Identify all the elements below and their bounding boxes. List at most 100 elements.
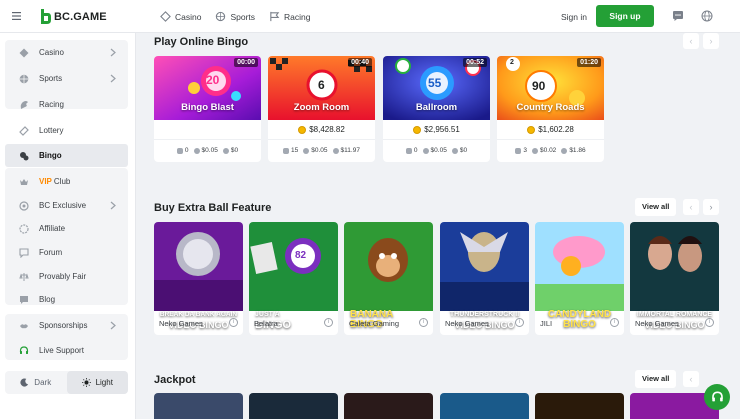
topnav-racing[interactable]: Racing — [269, 11, 311, 22]
info-icon[interactable]: i — [229, 318, 238, 327]
vip-club-icon — [20, 178, 28, 185]
sidebar-item-bingo[interactable]: Bingo — [5, 144, 128, 167]
sidebar-item-affiliate[interactable]: Affiliate — [5, 217, 128, 240]
info-icon[interactable]: i — [705, 318, 714, 327]
info-icon[interactable]: i — [515, 318, 524, 327]
game-card[interactable]: THUNDERSTRUCK II VIDEO BINGO Neko Games i — [440, 222, 529, 335]
live-support-button[interactable] — [704, 384, 730, 410]
game-provider: JILI — [540, 319, 553, 328]
coin-icon — [527, 125, 536, 134]
game-card[interactable]: IMMORTAL ROMANCE VIDEO BINGO Neko Games i — [630, 222, 719, 335]
menu-icon[interactable] — [8, 9, 24, 25]
min-bet: $0.05 — [311, 147, 328, 154]
players-icon — [405, 147, 412, 154]
jackpot-amount: $2,956.51 — [383, 125, 490, 134]
exclusive-icon — [19, 200, 29, 211]
bingo-section-title: Play Online Bingo — [154, 36, 249, 48]
info-icon[interactable]: i — [324, 318, 333, 327]
game-thumbnail — [440, 222, 529, 311]
prize-icon — [222, 147, 229, 154]
ball-number: 6 — [318, 78, 325, 92]
sidebar-item-racing[interactable]: Racing — [5, 93, 128, 116]
topnav-casino-label: Casino — [175, 11, 202, 22]
max-prize: $11.97 — [340, 147, 360, 154]
ticket-icon — [303, 147, 310, 154]
prev-arrow-button[interactable]: ‹ — [683, 199, 699, 215]
prev-arrow-button[interactable]: ‹ — [683, 33, 699, 49]
sidebar-item-bc-exclusive[interactable]: BC Exclusive — [5, 194, 128, 217]
ball-number: 2 — [510, 59, 514, 66]
forum-icon — [19, 247, 29, 258]
info-icon[interactable]: i — [610, 318, 619, 327]
players-icon — [283, 147, 290, 154]
sponsorships-icon — [20, 323, 28, 328]
next-arrow-button[interactable]: › — [703, 199, 719, 215]
sun-icon — [81, 378, 91, 387]
jackpot-game-card[interactable] — [344, 393, 433, 419]
sidebar-item-label: Provably Fair — [39, 272, 87, 281]
sidebar-item-sports[interactable]: Sports — [5, 67, 128, 90]
game-card[interactable]: BANANA BINGO Caleta Gaming i — [344, 222, 433, 335]
ball-number: 90 — [532, 79, 546, 93]
prize-icon — [451, 147, 458, 154]
sidebar-item-casino[interactable]: Casino — [5, 41, 128, 64]
game-card[interactable]: 82 JUST A BINGO Belatra i — [249, 222, 338, 335]
globe-icon[interactable] — [701, 10, 713, 22]
players-count: 0 — [413, 147, 418, 154]
game-provider: Neko Games — [445, 319, 489, 328]
sidebar-item-label: Forum — [39, 248, 63, 257]
sidebar-item-label: Racing — [39, 100, 64, 109]
theme-dark-button[interactable]: Dark — [5, 371, 67, 394]
logo-icon — [41, 9, 51, 24]
sidebar-item-sponsorships[interactable]: Sponsorships — [5, 314, 128, 337]
moon-icon — [20, 378, 29, 387]
signup-button[interactable]: Sign up — [596, 5, 654, 27]
jackpot-game-card[interactable] — [154, 393, 243, 419]
logo[interactable]: BC.GAME — [40, 8, 107, 25]
bingo-room-name: Bingo Blast — [181, 102, 234, 113]
divider — [497, 139, 604, 140]
jackpot-game-card[interactable] — [249, 393, 338, 419]
ticket-icon — [193, 147, 200, 154]
jackpot-game-card[interactable] — [440, 393, 529, 419]
extra-ball-section-title: Buy Extra Ball Feature — [154, 202, 272, 214]
next-arrow-button[interactable]: › — [703, 33, 719, 49]
players-icon — [176, 147, 183, 154]
sidebar-item-provably-fair[interactable]: Provably Fair — [5, 265, 128, 288]
topnav-sports-label: Sports — [230, 11, 256, 22]
players-count: 15 — [291, 147, 299, 154]
view-all-button[interactable]: View all — [635, 198, 677, 216]
casino-icon — [160, 11, 171, 22]
bingo-room-card[interactable]: 6 00:40 Zoom Room $8,428.82 15 $0.05 $11… — [268, 56, 375, 162]
game-card[interactable]: CANDYLAND BINGO JILI i — [535, 222, 624, 335]
bingo-room-name: Country Roads — [516, 102, 585, 113]
sidebar-item-blog[interactable]: Blog — [5, 288, 128, 311]
sidebar-item-lottery[interactable]: Lottery — [5, 119, 128, 142]
game-thumbnail — [344, 222, 433, 311]
bingo-room-card[interactable]: 55 00:52 Ballroom $2,956.51 0 $0.05 $0 — [383, 56, 490, 162]
prize-icon — [561, 147, 568, 154]
racing-icon — [20, 100, 28, 109]
info-icon[interactable]: i — [419, 318, 428, 327]
sidebar-item-live-support[interactable]: Live Support — [5, 339, 128, 362]
bingo-room-card[interactable]: 20 00:00 Bingo Blast 0 $0.05 $0 — [154, 56, 261, 162]
bingo-room-card[interactable]: 90 2 01:20 Country Roads $1,602.28 3 $0.… — [497, 56, 604, 162]
view-all-button[interactable]: View all — [635, 370, 677, 388]
max-prize: $1.86 — [569, 147, 586, 154]
prev-arrow-button[interactable]: ‹ — [683, 371, 699, 387]
bingo-stats: 15 $0.05 $11.97 — [268, 147, 375, 154]
coin-icon — [298, 125, 307, 134]
topnav-sports[interactable]: Sports — [215, 11, 255, 22]
game-card[interactable]: BREAK DA BANK AGAIN VIDEO BINGO Neko Game… — [154, 222, 243, 335]
theme-light-button[interactable]: Light — [66, 371, 128, 394]
signin-link[interactable]: Sign in — [561, 12, 587, 22]
bingo-room-name: Ballroom — [415, 102, 458, 113]
chat-icon[interactable] — [672, 10, 684, 22]
sidebar-item-label: BC Exclusive — [39, 201, 87, 210]
blog-icon — [20, 295, 28, 304]
topnav-casino[interactable]: Casino — [160, 11, 201, 22]
sidebar-item-label: Club — [53, 177, 71, 186]
jackpot-game-card[interactable] — [535, 393, 624, 419]
sidebar-item-forum[interactable]: Forum — [5, 241, 128, 264]
sidebar-item-vip-club[interactable]: VIP Club — [5, 170, 128, 193]
